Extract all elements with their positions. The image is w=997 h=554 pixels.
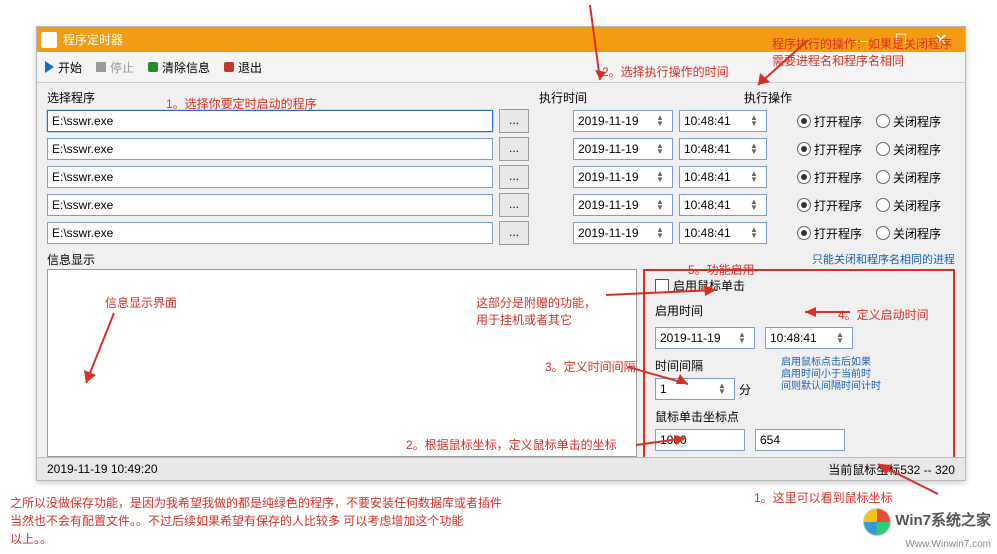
open-radio[interactable]: 打开程序 — [797, 113, 862, 130]
radio-icon — [876, 198, 890, 212]
close-radio[interactable]: 关闭程序 — [876, 113, 941, 130]
browse-button[interactable]: ... — [499, 137, 529, 161]
watermark: Win7系统之家 Www.Winwin7.com — [863, 508, 991, 550]
status-time: 2019-11-19 10:49:20 — [47, 462, 158, 476]
enable-time-label: 启用时间 — [655, 302, 715, 319]
annotation-3: 程序执行的操作：如果是关闭程序需要进程名和程序名相同 — [772, 36, 952, 70]
stop-icon — [96, 62, 106, 72]
annotation-here: 1。这里可以看到鼠标坐标 — [754, 490, 893, 507]
annotation-interval: 3。定义时间间隔 — [545, 359, 636, 376]
close-radio[interactable]: 关闭程序 — [876, 169, 941, 186]
header-time: 执行时间 — [539, 89, 724, 106]
status-coord: 当前鼠标坐标532 -- 320 — [828, 461, 955, 478]
program-row: ... 2019-11-19▲▼ 10:48:41▲▼ 打开程序关闭程序 — [47, 163, 955, 191]
checkbox-icon — [655, 279, 669, 293]
interval-label: 时间间隔 — [655, 357, 715, 374]
browse-button[interactable]: ... — [499, 165, 529, 189]
clear-button[interactable]: 清除信息 — [148, 59, 210, 76]
open-radio[interactable]: 打开程序 — [797, 141, 862, 158]
interval-input[interactable]: 1▲▼ — [655, 378, 735, 400]
program-row: ... 2019-11-19▲▼ 10:48:41▲▼ 打开程序关闭程序 — [47, 219, 955, 247]
header-op: 执行操作 — [744, 89, 792, 106]
annotation-1: 1。选择你要定时启动的程序 — [166, 96, 317, 113]
date-input[interactable]: 2019-11-19▲▼ — [573, 138, 673, 160]
footnote: 之所以没做保存功能，是因为我希望我做的都是纯绿色的程序，不要安装任何数据库或者插… — [10, 494, 502, 548]
program-row: ... 2019-11-19▲▼ 10:48:41▲▼ 打开程序关闭程序 — [47, 135, 955, 163]
open-radio[interactable]: 打开程序 — [797, 225, 862, 242]
date-input[interactable]: 2019-11-19▲▼ — [573, 166, 673, 188]
exit-button[interactable]: 退出 — [224, 59, 262, 76]
open-radio[interactable]: 打开程序 — [797, 197, 862, 214]
time-input[interactable]: 10:48:41▲▼ — [679, 166, 767, 188]
play-icon — [45, 61, 54, 73]
time-input[interactable]: 10:48:41▲▼ — [679, 138, 767, 160]
enable-mouse-checkbox[interactable]: 启用鼠标单击 — [655, 277, 943, 294]
radio-icon — [876, 226, 890, 240]
browse-button[interactable]: ... — [499, 109, 529, 133]
path-input[interactable] — [47, 194, 493, 216]
exit-icon — [224, 62, 234, 72]
radio-icon — [876, 142, 890, 156]
close-radio[interactable]: 关闭程序 — [876, 225, 941, 242]
start-button[interactable]: 开始 — [45, 59, 82, 76]
radio-icon — [797, 114, 811, 128]
path-input[interactable] — [47, 166, 493, 188]
annotation-infoui: 信息显示界面 — [105, 295, 177, 312]
statusbar: 2019-11-19 10:49:20 当前鼠标坐标532 -- 320 — [37, 457, 965, 480]
annotation-coord: 2。根据鼠标坐标，定义鼠标单击的坐标 — [406, 437, 617, 454]
path-input[interactable] — [47, 222, 493, 244]
interval-unit: 分 — [739, 381, 751, 398]
info-label: 信息显示 — [47, 251, 637, 269]
annotation-2: 2。选择执行操作的时间 — [602, 64, 729, 81]
stop-button[interactable]: 停止 — [96, 59, 134, 76]
panel-date[interactable]: 2019-11-19▲▼ — [655, 327, 755, 349]
radio-icon — [797, 198, 811, 212]
time-input[interactable]: 10:48:41▲▼ — [679, 110, 767, 132]
annotation-bonus: 这部分是附赠的功能，用于挂机或者其它 — [476, 295, 596, 329]
app-window: 程序定时器 — ☐ ✕ 开始 停止 清除信息 退出 选择程序 执行时间 执行操作… — [36, 26, 966, 481]
panel-hint: 启用鼠标点击后如果启用时间小于当前时间则默认间隔时间计时 — [781, 357, 881, 393]
radio-icon — [876, 114, 890, 128]
coord-label: 鼠标单击坐标点 — [655, 408, 739, 425]
panel-time[interactable]: 10:48:41▲▼ — [765, 327, 853, 349]
time-input[interactable]: 10:48:41▲▼ — [679, 194, 767, 216]
date-input[interactable]: 2019-11-19▲▼ — [573, 110, 673, 132]
date-input[interactable]: 2019-11-19▲▼ — [573, 222, 673, 244]
date-input[interactable]: 2019-11-19▲▼ — [573, 194, 673, 216]
open-radio[interactable]: 打开程序 — [797, 169, 862, 186]
radio-icon — [797, 142, 811, 156]
browse-button[interactable]: ... — [499, 221, 529, 245]
program-row: ... 2019-11-19▲▼ 10:48:41▲▼ 打开程序关闭程序 — [47, 191, 955, 219]
win7-icon — [863, 508, 891, 536]
close-radio[interactable]: 关闭程序 — [876, 141, 941, 158]
mouse-panel: 启用鼠标单击 启用时间 2019-11-19▲▼ 10:48:41▲▼ 时间间隔… — [643, 269, 955, 459]
path-input[interactable] — [47, 110, 493, 132]
clear-icon — [148, 62, 158, 72]
annotation-4: 4。定义启动时间 — [838, 307, 929, 324]
time-input[interactable]: 10:48:41▲▼ — [679, 222, 767, 244]
annotation-5: 5。功能启用 — [688, 262, 755, 279]
radio-icon — [876, 170, 890, 184]
coord-y-input[interactable]: 654 — [755, 429, 845, 451]
window-title: 程序定时器 — [63, 31, 123, 48]
radio-icon — [797, 170, 811, 184]
browse-button[interactable]: ... — [499, 193, 529, 217]
coord-x-input[interactable]: 1080 — [655, 429, 745, 451]
close-radio[interactable]: 关闭程序 — [876, 197, 941, 214]
radio-icon — [797, 226, 811, 240]
path-input[interactable] — [47, 138, 493, 160]
app-icon — [41, 32, 57, 48]
